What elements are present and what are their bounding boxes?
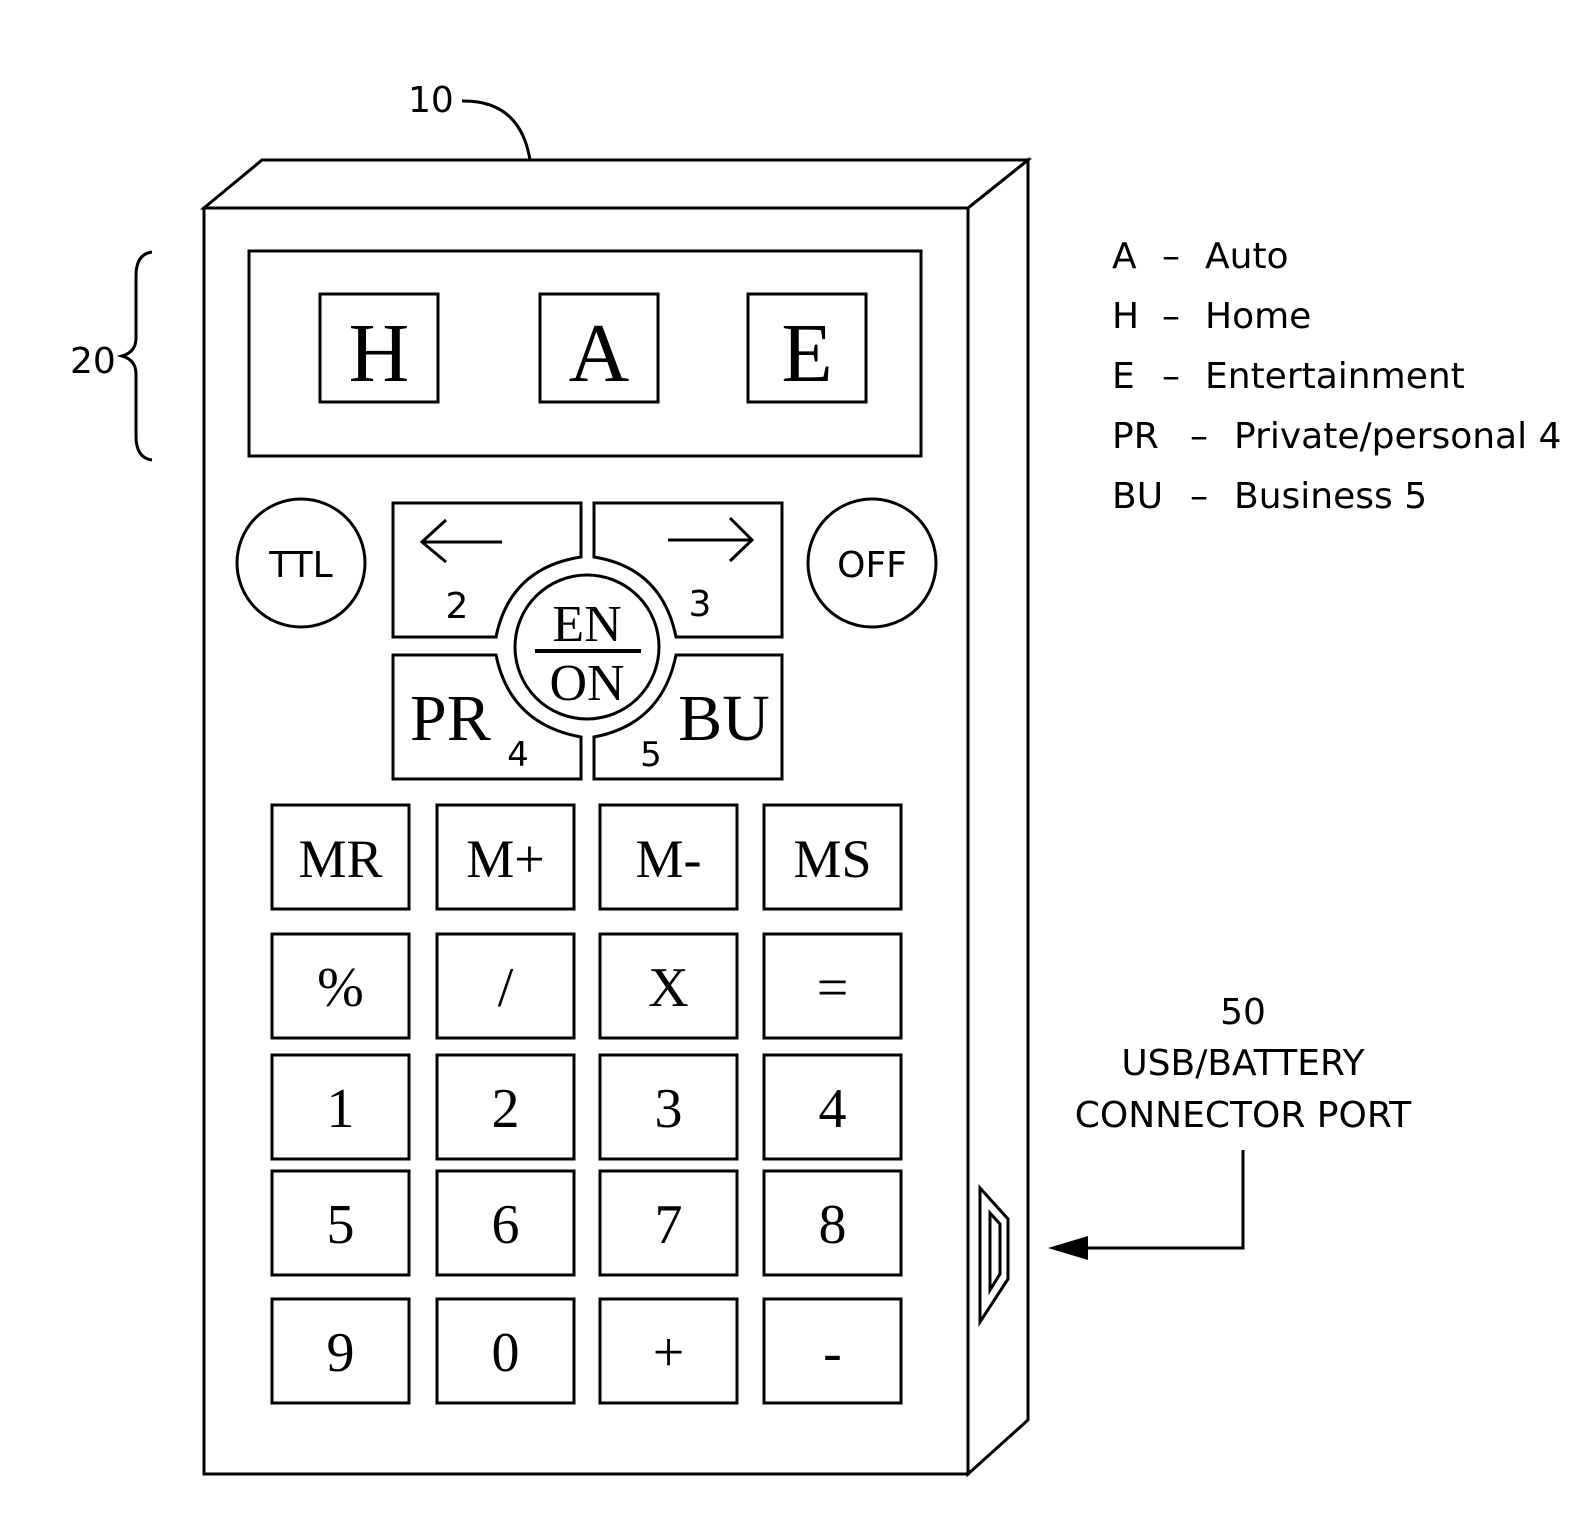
off-button[interactable]: OFF	[806, 497, 938, 629]
arrowhead-icon	[1048, 1236, 1088, 1260]
legend-label: Entertainment	[1205, 356, 1465, 397]
usb-port[interactable]	[978, 1184, 1010, 1328]
legend-item: E – Entertainment	[1112, 356, 1465, 397]
ref-label-port: 50	[1220, 992, 1266, 1033]
key-button[interactable]: +	[598, 1297, 739, 1405]
legend-key: H	[1112, 296, 1139, 337]
legend-label: Home	[1205, 296, 1311, 337]
ttl-button[interactable]: TTL	[235, 497, 367, 629]
key-label: -	[823, 1322, 842, 1384]
key-button[interactable]: =	[762, 932, 903, 1040]
legend-key: BU	[1112, 476, 1163, 517]
key-button[interactable]: M-	[598, 803, 739, 911]
nav-right-button[interactable]: 3	[592, 501, 784, 639]
legend-dash: –	[1162, 356, 1180, 397]
ref-label-display: 20	[70, 341, 116, 382]
display-cell-h[interactable]: H	[318, 292, 440, 404]
key-button[interactable]: %	[270, 932, 411, 1040]
key-label: 9	[327, 1322, 355, 1384]
key-button[interactable]: MS	[762, 803, 903, 911]
key-button[interactable]: 3	[598, 1053, 739, 1161]
key-button[interactable]: 2	[435, 1053, 576, 1161]
device-top-face	[199, 158, 1033, 210]
key-label: +	[653, 1322, 685, 1384]
key-button[interactable]: 0	[435, 1297, 576, 1405]
arrow-left-icon	[419, 518, 502, 564]
key-label: 3	[655, 1078, 683, 1140]
key-label: /	[498, 957, 514, 1019]
key-label: %	[317, 957, 364, 1019]
key-label: 5	[327, 1194, 355, 1256]
off-label: OFF	[837, 545, 907, 586]
key-label: 1	[327, 1078, 355, 1140]
en-label: EN	[552, 596, 621, 653]
key-label: 0	[492, 1322, 520, 1384]
legend-dash: –	[1190, 476, 1208, 517]
legend-dash: –	[1162, 236, 1180, 277]
key-button[interactable]: 1	[270, 1053, 411, 1161]
key-button[interactable]: /	[435, 932, 576, 1040]
legend-label: Auto	[1205, 236, 1289, 277]
legend-dash: –	[1162, 296, 1180, 337]
legend-key: PR	[1112, 416, 1159, 457]
key-label: 2	[492, 1078, 520, 1140]
key-button[interactable]: X	[598, 932, 739, 1040]
arrow-right-icon	[668, 516, 755, 563]
key-label: MS	[793, 829, 871, 889]
key-button[interactable]: M+	[435, 803, 576, 911]
key-button[interactable]: 9	[270, 1297, 411, 1405]
pr-number: 4	[507, 735, 529, 775]
key-button[interactable]: 6	[435, 1169, 576, 1277]
legend-item: PR – Private/personal 4	[1112, 416, 1561, 457]
key-label: MR	[298, 829, 382, 889]
legend-label: Business 5	[1234, 476, 1427, 517]
display-cell-a[interactable]: A	[538, 292, 660, 404]
legend-label: Private/personal 4	[1234, 416, 1561, 457]
en-on-button[interactable]: EN ON	[513, 573, 661, 721]
key-label: 6	[492, 1194, 520, 1256]
key-label: M-	[636, 829, 702, 889]
legend-dash: –	[1190, 416, 1208, 457]
display-letter-h: H	[349, 307, 410, 400]
keypad: MR M+ M- MS% / X = 1 2 3 4 5 6 7 8 9 0 + -	[270, 803, 903, 1405]
key-button[interactable]: MR	[270, 803, 411, 911]
legend-item: BU – Business 5	[1112, 476, 1427, 517]
key-button[interactable]: -	[762, 1297, 903, 1405]
key-label: X	[648, 957, 688, 1019]
legend-item: A – Auto	[1112, 236, 1289, 277]
nav-left-number: 2	[446, 586, 469, 627]
ref-label-device: 10	[408, 80, 454, 121]
brace-display	[116, 250, 153, 462]
port-label-line2: CONNECTOR PORT	[1075, 1095, 1412, 1136]
key-button[interactable]: 7	[598, 1169, 739, 1277]
key-label: 4	[819, 1078, 847, 1140]
patent-figure: 10 20 H A E TTL OFF 2 3 PR 4 BU 5 EN ON …	[70, 80, 1561, 1478]
pr-label: PR	[410, 682, 491, 755]
key-button[interactable]: 4	[762, 1053, 903, 1161]
port-label-line1: USB/BATTERY	[1121, 1043, 1365, 1084]
leader-line-device	[461, 99, 532, 161]
bu-label: BU	[678, 682, 770, 755]
legend-item: H – Home	[1112, 296, 1311, 337]
nav-right-number: 3	[689, 584, 712, 625]
port-leader-line	[1085, 1150, 1245, 1250]
display-letter-e: E	[781, 307, 832, 400]
on-label: ON	[549, 655, 624, 712]
display-cell-e[interactable]: E	[746, 292, 868, 404]
legend-key: A	[1112, 236, 1137, 277]
display-letter-a: A	[569, 307, 630, 400]
key-button[interactable]: 8	[762, 1169, 903, 1277]
key-label: M+	[466, 829, 544, 889]
legend-key: E	[1112, 356, 1135, 397]
bu-number: 5	[640, 735, 662, 775]
key-button[interactable]: 5	[270, 1169, 411, 1277]
key-label: 8	[819, 1194, 847, 1256]
ttl-label: TTL	[268, 545, 332, 586]
key-label: 7	[655, 1194, 683, 1256]
key-label: =	[817, 957, 849, 1019]
legend: A – AutoH – HomeE – EntertainmentPR – Private/pe…	[1112, 236, 1561, 517]
